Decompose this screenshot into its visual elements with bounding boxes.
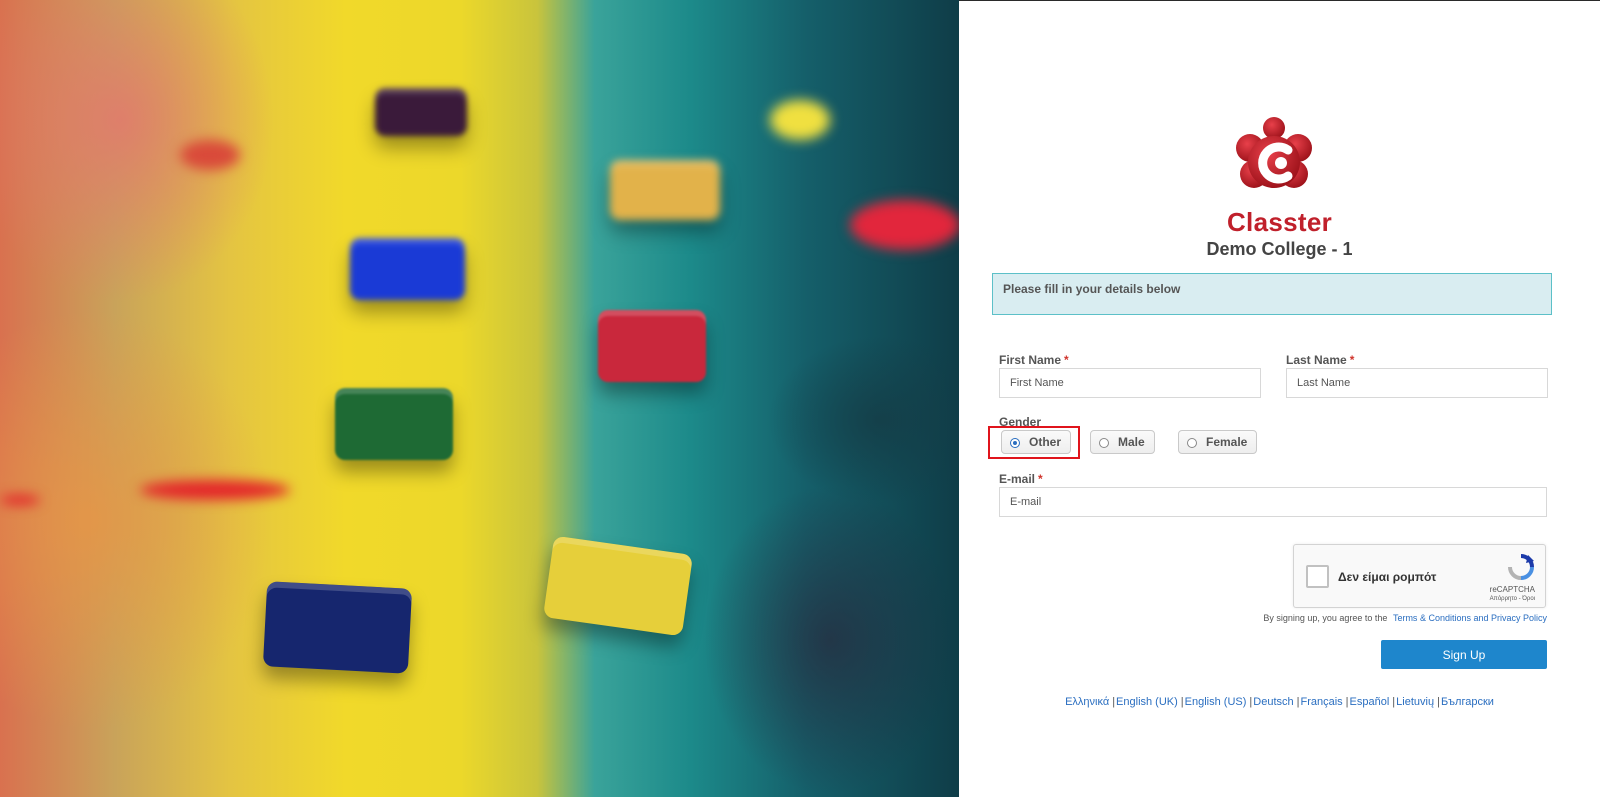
language-link-en-us[interactable]: English (US) <box>1185 696 1247 708</box>
terms-link[interactable]: Terms & Conditions and Privacy Policy <box>1393 613 1547 623</box>
gender-option-label: Male <box>1118 435 1145 449</box>
paint-splash <box>0 495 40 505</box>
classter-logo-icon <box>1236 117 1312 188</box>
gender-option-male[interactable]: Male <box>1090 430 1155 454</box>
language-selector: Ελληνικά |English (UK) |English (US) |Deuts… <box>959 696 1600 708</box>
language-link-bg[interactable]: Български <box>1441 696 1494 708</box>
recaptcha-widget: Δεν είμαι ρομπότ reCAPTCHA Απόρρητο - Όρ… <box>1293 544 1546 608</box>
paint-splash <box>770 100 830 140</box>
language-link-es[interactable]: Español <box>1350 696 1390 708</box>
signup-panel: Classter Demo College - 1 Please fill in… <box>959 0 1600 797</box>
separator: | <box>1437 696 1440 708</box>
separator: | <box>1249 696 1253 708</box>
language-link-en-uk[interactable]: English (UK) <box>1116 696 1178 708</box>
first-name-input[interactable]: First Name <box>999 368 1261 398</box>
paint-cube-purple <box>375 88 467 136</box>
email-label-text: E-mail <box>999 472 1036 486</box>
gender-option-label: Female <box>1206 435 1248 449</box>
separator: | <box>1112 696 1116 708</box>
paint-cube-blue <box>350 238 465 300</box>
paint-cube-green <box>335 388 453 460</box>
first-name-label-text: First Name <box>999 353 1062 367</box>
required-marker: * <box>1349 353 1355 367</box>
email-input[interactable]: E-mail <box>999 487 1547 517</box>
paint-cube-orange <box>610 160 720 220</box>
brand-name: Classter <box>1226 207 1333 237</box>
separator: | <box>1345 696 1349 708</box>
last-name-label: Last Name * <box>1286 353 1354 367</box>
recaptcha-brand: reCAPTCHA <box>1489 585 1535 594</box>
paint-splash <box>180 140 240 170</box>
last-name-input[interactable]: Last Name <box>1286 368 1548 398</box>
college-name: Demo College - 1 <box>1206 239 1353 259</box>
language-link-el[interactable]: Ελληνικά <box>1065 696 1109 708</box>
paint-splash <box>140 480 290 500</box>
separator: | <box>1180 696 1184 708</box>
selection-highlight-box <box>988 426 1080 459</box>
recaptcha-links[interactable]: Απόρρητο - Όροι <box>1490 596 1535 602</box>
info-notice: Please fill in your details below <box>992 273 1552 315</box>
paint-cube-navy <box>262 581 413 674</box>
recaptcha-checkbox[interactable] <box>1306 565 1329 588</box>
first-name-label: First Name * <box>999 353 1069 367</box>
required-marker: * <box>1038 472 1043 486</box>
last-name-label-text: Last Name <box>1286 353 1347 367</box>
gender-option-female[interactable]: Female <box>1178 430 1258 454</box>
required-marker: * <box>1064 353 1069 367</box>
terms-prefix: By signing up, you agree to the <box>1263 613 1388 623</box>
email-label: E-mail * <box>999 472 1043 486</box>
terms-notice: By signing up, you agree to the Terms & … <box>1263 613 1547 623</box>
paint-cube-yellow <box>542 535 694 637</box>
language-link-fr[interactable]: Français <box>1300 696 1342 708</box>
separator: | <box>1392 696 1396 708</box>
sign-up-button[interactable]: Sign Up <box>1381 640 1547 669</box>
paint-splash <box>850 200 959 250</box>
background-artwork <box>0 0 959 797</box>
radio-unselected-icon <box>1187 438 1197 448</box>
paint-cube-red <box>598 310 706 382</box>
radio-unselected-icon <box>1099 438 1109 448</box>
language-link-lt[interactable]: Lietuvių <box>1396 696 1434 708</box>
recaptcha-label: Δεν είμαι ρομπότ <box>1338 570 1437 584</box>
language-link-de[interactable]: Deutsch <box>1253 696 1293 708</box>
recaptcha-icon <box>1508 554 1534 580</box>
